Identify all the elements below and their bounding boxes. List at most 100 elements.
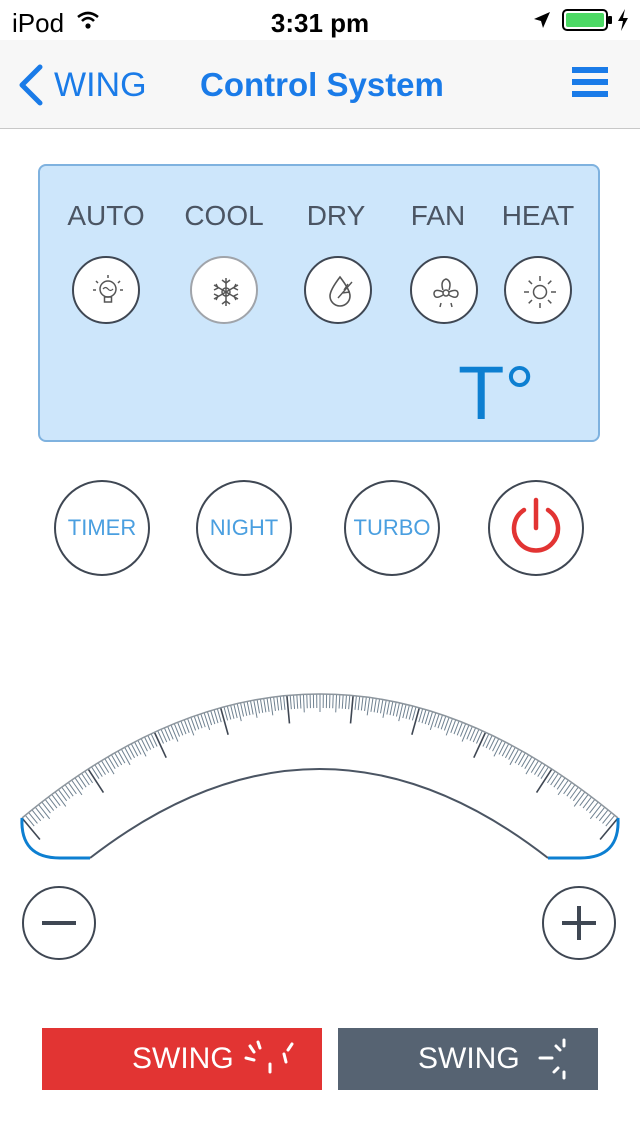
swing-vertical-button[interactable]: SWING	[42, 1028, 322, 1090]
dial-tick	[569, 786, 579, 799]
dial-tick	[230, 705, 235, 719]
dial-tick	[266, 697, 270, 712]
dial-tick	[572, 789, 582, 802]
dial-tick	[392, 701, 397, 716]
dial-tick	[41, 801, 51, 814]
dial-tick	[299, 694, 302, 709]
dial-tick	[525, 758, 536, 775]
dial-tick	[269, 697, 274, 716]
dial-tick	[246, 701, 251, 716]
dial-tick	[38, 804, 51, 820]
dial-tick	[34, 806, 45, 819]
dial-tick	[74, 777, 84, 790]
dial-tick	[445, 718, 453, 736]
dial-tick	[259, 698, 264, 713]
dial-tick	[28, 812, 38, 824]
dial-tick	[589, 801, 599, 814]
dial-tick	[366, 697, 371, 716]
dial-tick	[582, 796, 592, 809]
dial-tick	[226, 705, 232, 720]
location-icon	[534, 12, 550, 28]
dial-tick	[373, 698, 377, 713]
swing-vertical-label: SWING	[132, 1042, 234, 1075]
temperature-dial[interactable]	[0, 650, 640, 870]
mode-cool-button[interactable]	[190, 256, 258, 324]
dial-tick	[233, 704, 238, 719]
dial-tick	[67, 782, 77, 795]
dial-tick	[210, 710, 216, 725]
dial-tick	[219, 707, 229, 735]
chevron-left-icon[interactable]	[16, 64, 44, 106]
dial-tick	[566, 784, 576, 797]
dial-tick	[81, 773, 90, 786]
mode-label-auto: AUTO	[67, 200, 145, 231]
temperature-display: T°	[458, 351, 535, 436]
dial-tick	[187, 718, 195, 736]
timer-button[interactable]: TIMER	[54, 480, 150, 576]
dial-tick	[405, 705, 410, 719]
dial-tick	[421, 709, 427, 724]
dial-tick	[104, 758, 115, 775]
hamburger-menu-icon[interactable]	[572, 67, 608, 97]
dial-tick	[595, 806, 606, 819]
turbo-button[interactable]: TURBO	[344, 480, 440, 576]
dial-tick	[51, 794, 61, 806]
dial-tick	[602, 812, 612, 824]
dial-tick	[302, 694, 305, 713]
dial-tick	[402, 704, 407, 719]
dial-tick	[424, 710, 430, 725]
dial-tick	[170, 724, 179, 742]
dial-tick	[273, 696, 276, 711]
dial-tick	[206, 711, 213, 726]
page-title: Control System	[200, 66, 444, 103]
dial-tick	[589, 804, 602, 820]
power-button[interactable]	[488, 480, 584, 576]
dial-tick	[357, 696, 361, 711]
swing-horizontal-button[interactable]: SWING	[338, 1028, 598, 1090]
night-button[interactable]: NIGHT	[196, 480, 292, 576]
dial-tick	[58, 789, 68, 802]
dial-tick	[253, 700, 258, 718]
dial-tick	[360, 696, 364, 711]
swing-vertical-icon	[244, 1040, 294, 1074]
dial-tick	[379, 699, 384, 714]
dial-tick	[535, 768, 553, 793]
dial-tick	[240, 702, 245, 717]
dial-tick	[276, 696, 280, 711]
dial-tick	[573, 791, 586, 807]
mode-heat-button[interactable]	[504, 256, 572, 324]
mode-auto-button[interactable]	[72, 256, 140, 324]
mode-fan-button[interactable]	[410, 256, 478, 324]
dial-tick	[398, 703, 404, 722]
swing-horizontal-icon	[538, 1038, 566, 1080]
dial-tick	[31, 809, 42, 822]
bulb-icon	[93, 275, 123, 303]
dial-tick	[534, 762, 543, 775]
droplet-icon	[329, 275, 353, 307]
plus-icon	[562, 906, 596, 940]
power-icon	[511, 497, 561, 553]
dial-tick	[335, 694, 338, 713]
dial-tick	[97, 762, 106, 775]
dial-tick	[530, 760, 539, 773]
dial-tick	[223, 706, 229, 721]
decrease-button[interactable]	[22, 886, 96, 960]
dial-tick	[386, 700, 391, 715]
dial-tick	[370, 697, 374, 712]
mode-dry-button[interactable]	[304, 256, 372, 324]
dial-tick	[44, 799, 55, 811]
dial-tick	[249, 700, 254, 715]
swing-horizontal-label: SWING	[418, 1042, 520, 1075]
dial-tick	[48, 796, 58, 809]
sun-icon	[524, 276, 556, 308]
dial-tick	[411, 707, 421, 735]
increase-button[interactable]	[542, 886, 616, 960]
dial-tick	[94, 764, 103, 777]
dial-tick	[537, 764, 546, 777]
dial-tick	[585, 799, 596, 811]
dial-tick	[509, 748, 520, 766]
minus-icon	[42, 921, 76, 925]
dial-tick	[332, 694, 334, 709]
back-button[interactable]: WING	[54, 66, 147, 105]
mode-label-cool: COOL	[184, 200, 264, 231]
